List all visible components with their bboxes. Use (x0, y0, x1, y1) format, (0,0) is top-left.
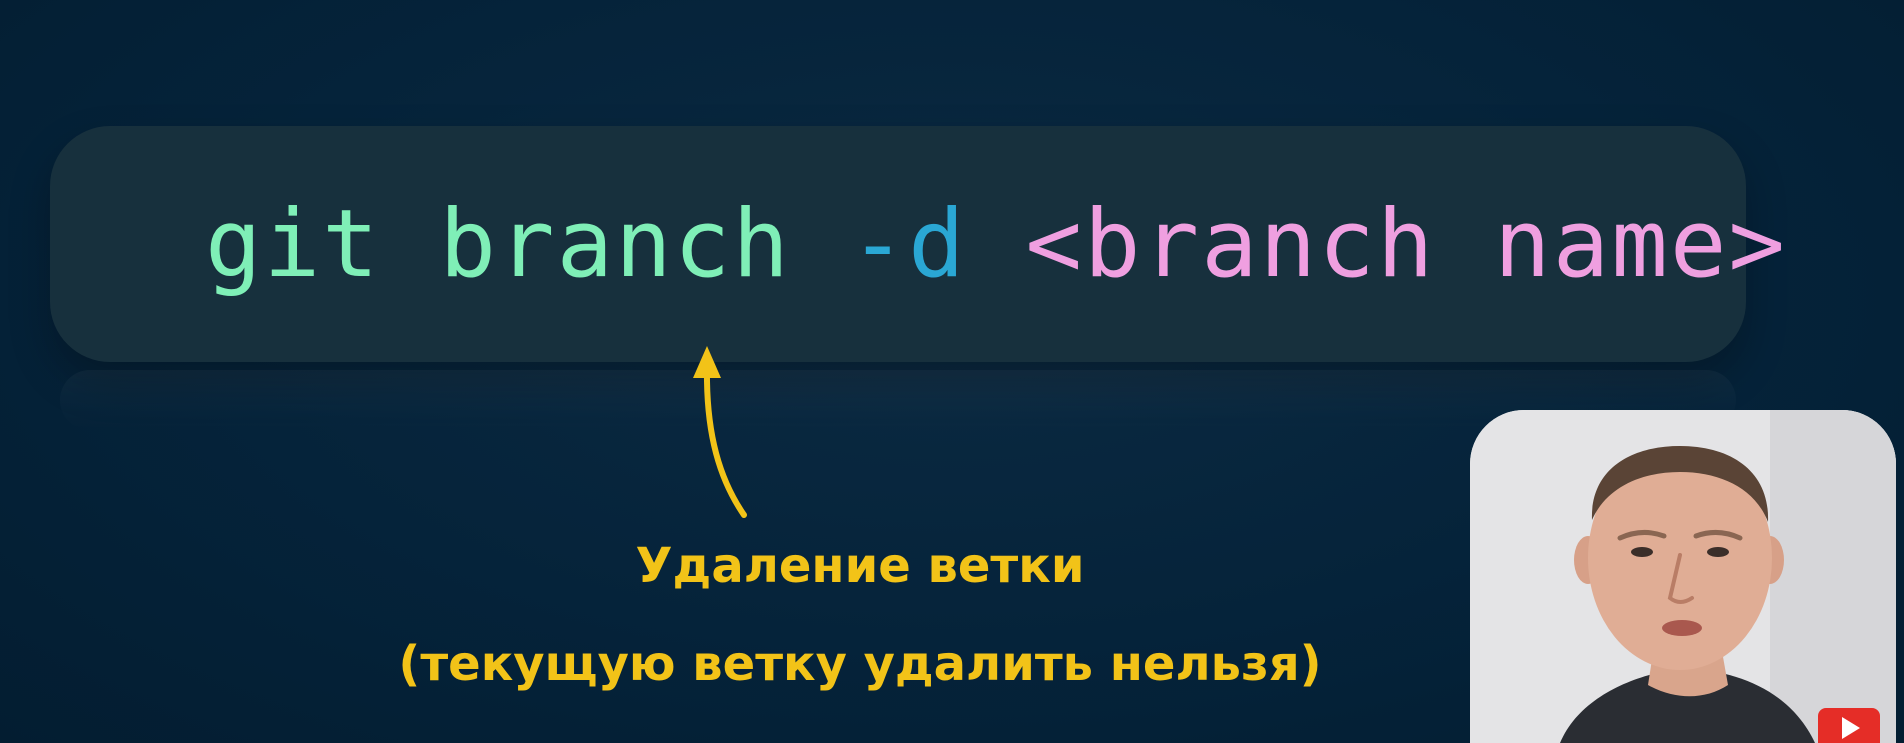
flag-token: -d (849, 190, 967, 299)
presenter-image (1470, 410, 1896, 743)
caption-note: (текущую ветку удалить нельзя) (398, 636, 1322, 692)
command-token: git branch (205, 190, 850, 299)
caption-title: Удаление ветки (635, 538, 1085, 594)
code-box-reflection (60, 370, 1736, 430)
curved-arrow-up-icon (693, 346, 747, 518)
slide: git branch -d <branch name> Удаление вет… (0, 0, 1904, 743)
git-command: git branch -d <branch name> (205, 190, 1787, 300)
argument-token: <branch name> (1025, 190, 1788, 299)
webcam-overlay (1470, 410, 1896, 743)
command-space (967, 190, 1026, 299)
youtube-play-icon[interactable] (1818, 708, 1880, 743)
